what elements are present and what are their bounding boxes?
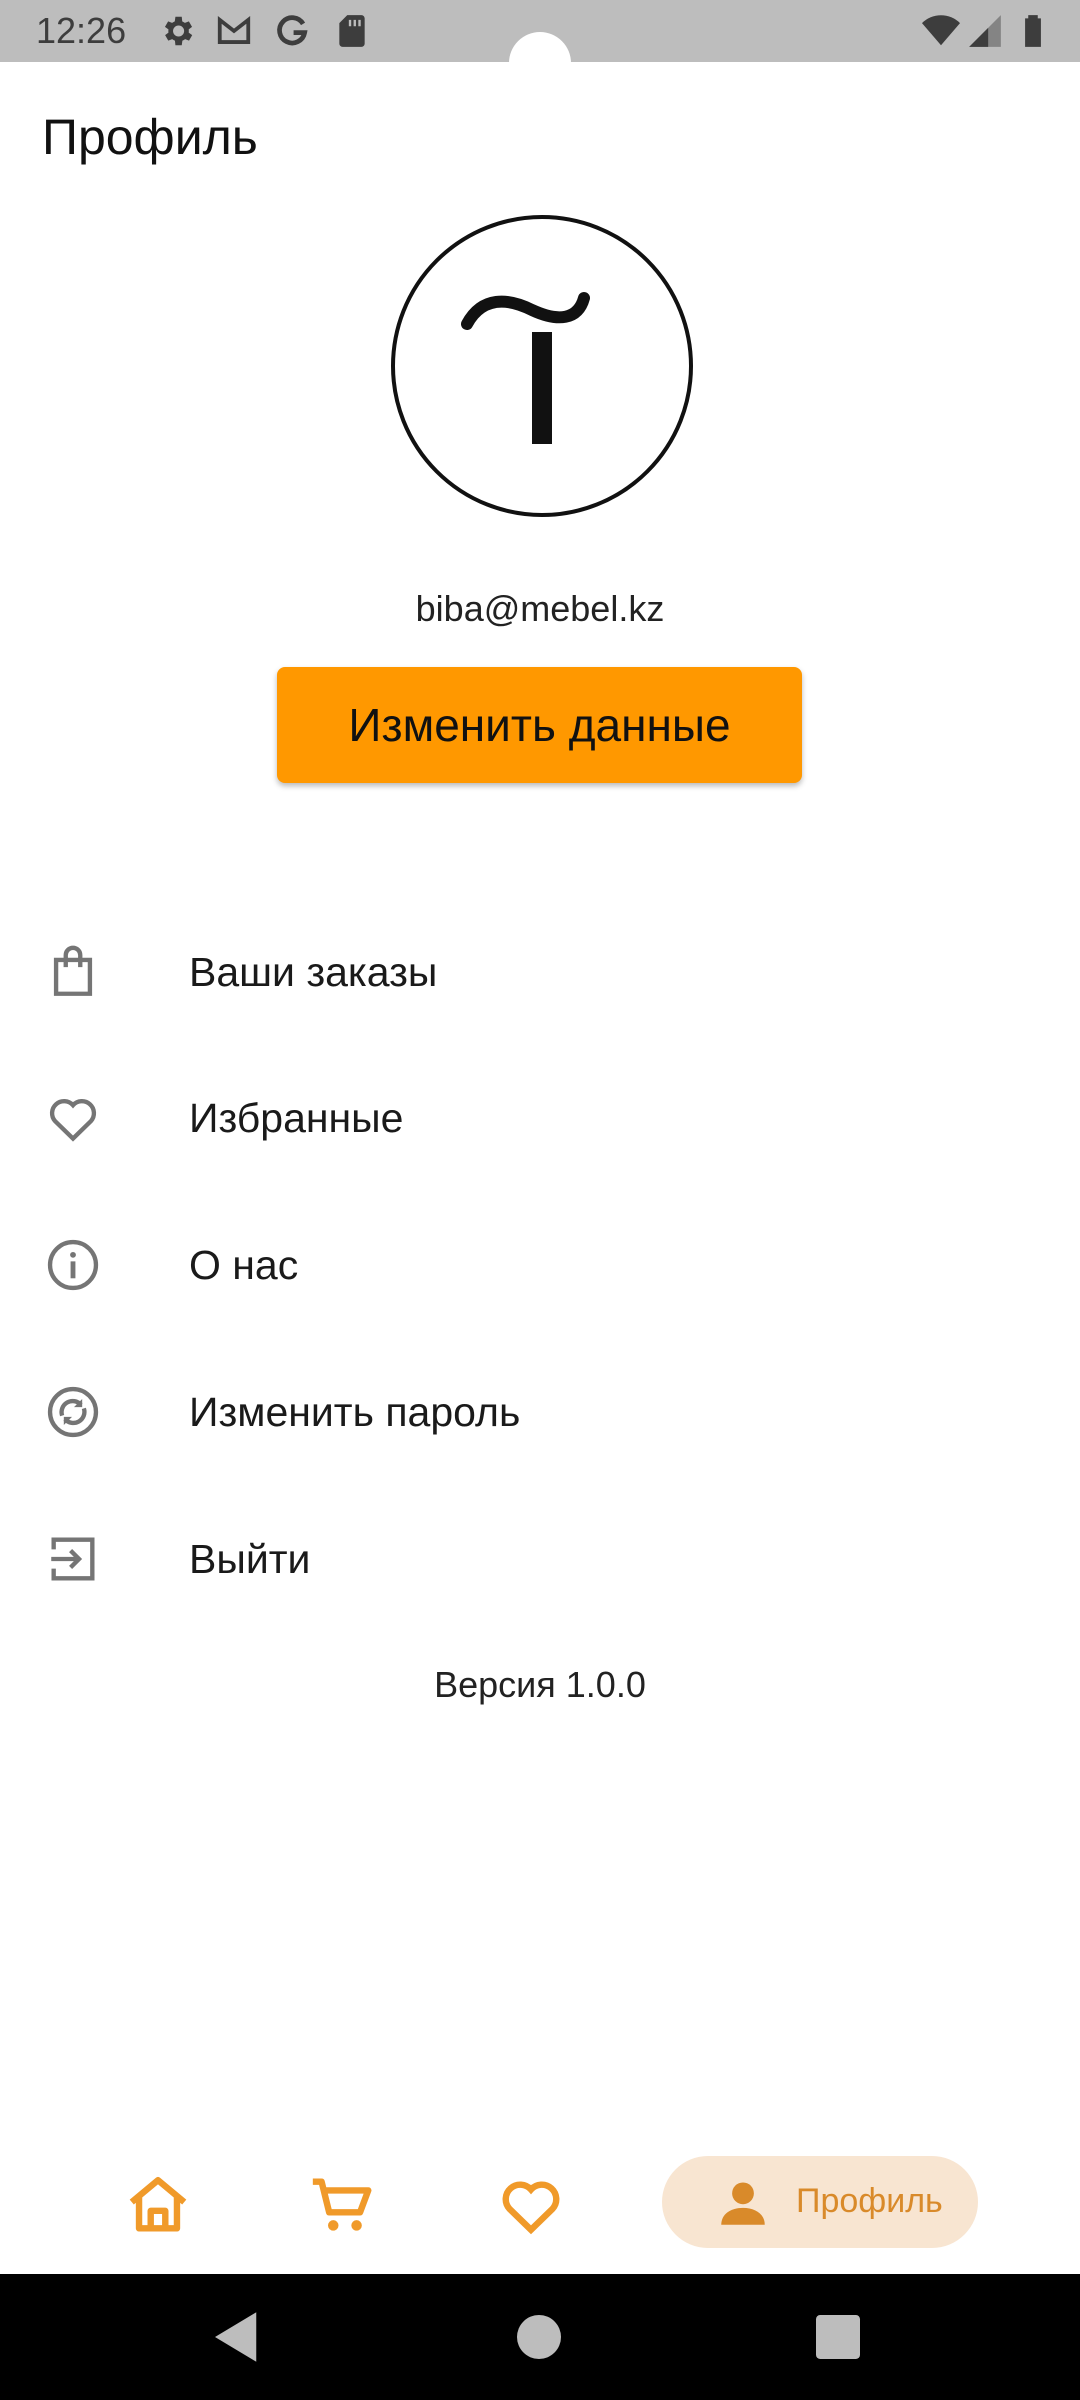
app-version: Версия 1.0.0: [434, 1664, 646, 1705]
system-navigation-bar: [0, 2274, 1080, 2400]
avatar[interactable]: [390, 214, 694, 518]
heart-icon: [49, 1099, 97, 1142]
battery-icon: [1025, 15, 1041, 47]
menu-item-label: Выйти: [189, 1535, 311, 1582]
gear-icon: [164, 16, 193, 46]
profile-email: biba@mebel.kz: [415, 588, 665, 629]
cart-icon[interactable]: [307, 2170, 377, 2240]
bottom-navigation: Профиль: [0, 2140, 1080, 2270]
nav-item-label: Профиль: [796, 2182, 943, 2220]
google-icon: [277, 15, 308, 46]
sd-card-icon: [339, 15, 365, 47]
menu-item-label: О нас: [189, 1241, 299, 1288]
gmail-icon: [217, 16, 251, 44]
info-icon: [47, 1239, 99, 1291]
logout-icon: [51, 1537, 95, 1581]
menu-item-logout[interactable]: Выйти: [0, 1494, 1080, 1624]
menu-item-orders[interactable]: Ваши заказы: [0, 907, 1080, 1037]
sync-lock-icon: [47, 1386, 99, 1438]
menu-item-label: Изменить пароль: [189, 1388, 521, 1435]
signal-icon: [969, 15, 1001, 47]
edit-profile-button[interactable]: Изменить данные: [277, 667, 802, 783]
menu-item-favorites[interactable]: Избранные: [0, 1053, 1080, 1183]
shopping-bag-icon: [53, 945, 93, 996]
camera-notch: [509, 32, 571, 94]
menu-item-about[interactable]: О нас: [0, 1200, 1080, 1330]
heart-icon[interactable]: [496, 2170, 566, 2240]
menu-item-label: Избранные: [189, 1094, 404, 1141]
nav-item-profile[interactable]: Профиль: [662, 2156, 978, 2248]
menu-item-label: Ваши заказы: [189, 948, 438, 995]
home-circle-icon[interactable]: [506, 2304, 572, 2370]
menu-item-change-password[interactable]: Изменить пароль: [0, 1347, 1080, 1477]
page-title: Профиль: [42, 109, 258, 165]
status-time: 12:26: [36, 10, 127, 51]
home-icon[interactable]: [123, 2170, 193, 2240]
recents-icon[interactable]: [805, 2304, 871, 2370]
person-icon: [721, 2182, 765, 2225]
wifi-icon: [922, 15, 960, 46]
back-icon[interactable]: [204, 2304, 270, 2370]
